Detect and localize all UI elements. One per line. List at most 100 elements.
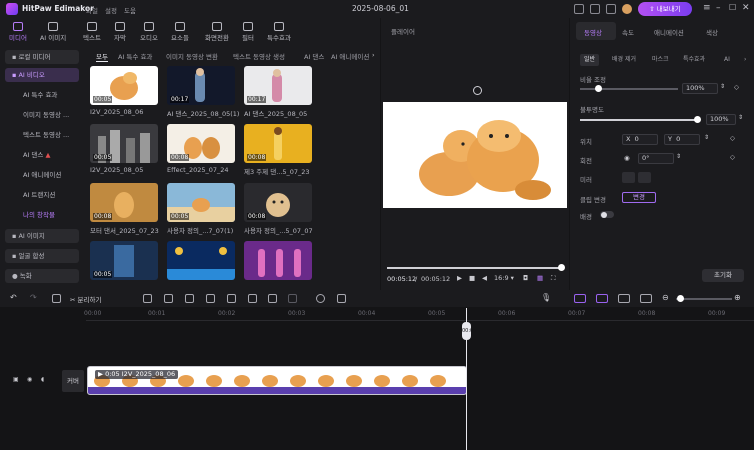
tool-media[interactable]: 미디어 (4, 20, 32, 42)
adjust-icon[interactable] (268, 294, 277, 303)
sidebar-item-image-to-video[interactable]: 이미지 동영상 ... (5, 108, 79, 122)
filter-tab-ai-animation[interactable]: AI 애니메이션 (331, 51, 371, 61)
keyframe-icon[interactable]: ◇ (734, 83, 739, 91)
resize-icon[interactable] (227, 294, 236, 303)
filter-tab-image-to-video[interactable]: 이미지 동영상 변환 (166, 51, 218, 61)
feedback-icon[interactable] (590, 4, 600, 14)
media-thumb[interactable] (167, 241, 235, 280)
zoom-slider[interactable] (676, 298, 732, 300)
link-icon[interactable] (574, 294, 586, 303)
sidebar-item-my-creations[interactable]: 나의 창작물 (5, 208, 79, 222)
microphone-icon[interactable]: 🎙 (541, 293, 551, 302)
volume-icon[interactable]: ◀ (482, 274, 487, 282)
fullscreen-icon[interactable]: ⛶ (551, 274, 556, 283)
subtab-mask[interactable]: 마스크 (652, 54, 669, 66)
aspect-ratio-select[interactable]: 16:9 ▾ (494, 274, 514, 282)
sidebar-item-face-swap[interactable]: ▪ 얼굴 합성 (5, 249, 79, 263)
avatar[interactable] (622, 4, 632, 14)
media-thumb[interactable]: 00:17 (244, 66, 312, 105)
media-thumb[interactable] (244, 241, 312, 280)
sidebar-item-text-to-video[interactable]: 텍스트 동영상 ... (5, 128, 79, 142)
maximize-icon[interactable]: ☐ (729, 3, 736, 12)
filter-tab-ai-dance[interactable]: AI 댄스 (304, 51, 324, 61)
crop-icon[interactable] (206, 294, 215, 303)
minimize-icon[interactable]: – (716, 3, 721, 13)
mirror-tool-icon[interactable] (248, 294, 257, 303)
keyframe-icon[interactable]: ◇ (730, 153, 735, 161)
keyframe-icon[interactable]: ◇ (730, 134, 735, 142)
snapshot-icon[interactable]: ◘ (523, 274, 528, 282)
subtab-remove-bg[interactable]: 배경 제거 (612, 54, 636, 66)
stepper-icon[interactable]: ⇕ (720, 83, 725, 90)
close-icon[interactable]: ✕ (742, 3, 750, 13)
filter-tab-all[interactable]: 모두 (96, 51, 108, 62)
media-thumb[interactable]: 00:05 (90, 124, 158, 163)
track-audio-icon[interactable]: ◖ (41, 376, 44, 383)
playback-progress-bar[interactable] (387, 267, 563, 269)
opacity-slider[interactable] (580, 119, 698, 121)
tab-animation[interactable]: 애니메이션 (654, 27, 684, 37)
media-thumb[interactable]: 00:08 (244, 183, 312, 222)
position-y-field[interactable]: Y 0 (664, 134, 700, 145)
zoom-in-icon[interactable]: ⊕ (734, 293, 741, 302)
opacity-value[interactable]: 100% (706, 114, 736, 125)
background-toggle[interactable] (600, 211, 614, 218)
play-icon[interactable]: ▶ (457, 274, 462, 282)
menu-icon[interactable]: ≡ (703, 3, 711, 13)
menu-settings[interactable]: 설정 (105, 5, 117, 15)
cart-icon[interactable] (606, 4, 616, 14)
position-x-field[interactable]: X 0 (622, 134, 658, 145)
media-thumb[interactable]: 00:08 (167, 124, 235, 163)
progress-knob[interactable] (558, 264, 565, 271)
export-clip-icon[interactable] (337, 294, 346, 303)
rotate-dial-icon[interactable]: ◉ (624, 154, 630, 162)
grid-icon[interactable]: ▦ (537, 274, 543, 282)
ai-face-icon[interactable] (316, 294, 325, 303)
reset-button[interactable]: 초기화 (702, 269, 744, 282)
zoom-out-icon[interactable]: ⊖ (662, 293, 669, 302)
sidebar-item-ai-effects[interactable]: AI 특수 효과 (5, 88, 79, 102)
tool-subtitle[interactable]: 자막 (106, 20, 134, 42)
media-thumb[interactable]: 00:17 (167, 66, 235, 105)
stepper-icon[interactable]: ⇕ (676, 153, 681, 160)
track-visibility-icon[interactable]: ◉ (27, 376, 32, 383)
menu-file[interactable]: 파일 (86, 5, 98, 15)
sidebar-item-ai-transition[interactable]: AI 트랜지션 (5, 188, 79, 202)
redo-icon[interactable]: ↷ (30, 293, 37, 302)
tab-color[interactable]: 색상 (706, 27, 718, 37)
filter-tab-ai-effects[interactable]: AI 특수 효과 (118, 51, 152, 61)
tool-effects[interactable]: 특수효과 (262, 20, 296, 42)
mirror-vertical-icon[interactable] (638, 172, 651, 183)
layout-icon[interactable] (574, 4, 584, 14)
sidebar-item-ai-video[interactable]: ▪ AI 비디오 (5, 68, 79, 82)
stepper-icon[interactable]: ⇕ (704, 134, 709, 141)
mirror-horizontal-icon[interactable] (622, 172, 635, 183)
tab-speed[interactable]: 속도 (622, 27, 634, 37)
chevron-right-icon[interactable]: › (372, 51, 375, 59)
zoom-knob[interactable] (677, 295, 684, 302)
tool-transition[interactable]: 화면전환 (200, 20, 234, 42)
subtab-effects[interactable]: 특수효과 (683, 54, 705, 66)
rotate-handle-icon[interactable] (473, 86, 482, 95)
media-thumb[interactable]: 00:08 (90, 183, 158, 222)
shield-icon[interactable] (143, 294, 152, 303)
delete-icon[interactable] (52, 294, 61, 303)
tab-video[interactable]: 동영상 (584, 27, 602, 37)
opacity-knob[interactable] (694, 116, 701, 123)
chain-icon[interactable] (618, 294, 630, 303)
media-thumb[interactable]: 00:05 (90, 241, 158, 280)
rotate-value[interactable]: 0° (638, 153, 674, 164)
stepper-icon[interactable]: ⇕ (738, 114, 743, 121)
scale-knob[interactable] (595, 85, 602, 92)
playhead-handle[interactable]: 00:05 (462, 322, 476, 340)
track-lock-icon[interactable]: ▣ (13, 376, 19, 383)
tool-text[interactable]: 텍스트 (78, 20, 106, 42)
sidebar-item-local-media[interactable]: ▪ 로컬 미디어 (5, 50, 79, 64)
change-clip-button[interactable]: 변경 (622, 192, 656, 203)
stop-icon[interactable]: ■ (469, 274, 475, 282)
preview-canvas[interactable] (383, 102, 567, 208)
media-thumb[interactable]: 00:05 (167, 183, 235, 222)
subtab-ai[interactable]: AI (724, 54, 730, 66)
speed-icon[interactable] (185, 294, 194, 303)
undo-icon[interactable]: ↶ (10, 293, 17, 302)
